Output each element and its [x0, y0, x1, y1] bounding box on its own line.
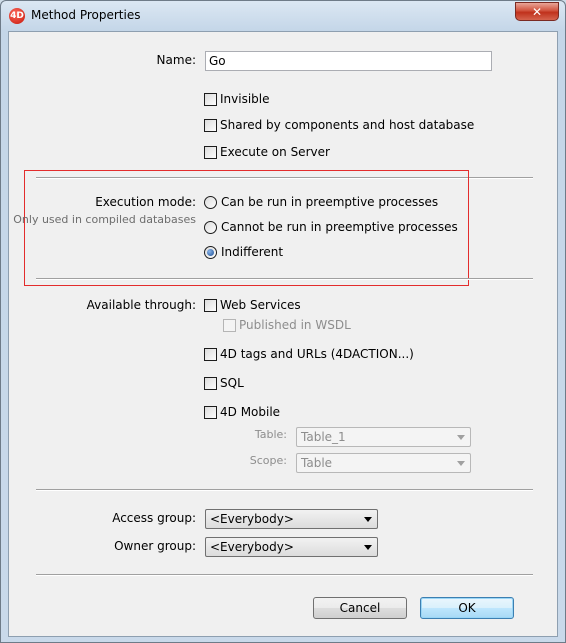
published-wsdl-label: Published in WSDL: [239, 318, 351, 332]
access-group-value: <Everybody>: [210, 512, 294, 526]
table-select-value: Table_1: [301, 430, 346, 444]
execute-on-server-checkbox[interactable]: [204, 146, 217, 159]
web-services-checkbox[interactable]: [204, 299, 217, 312]
dialog-body: Name: Invisible Shared by components and…: [8, 31, 558, 637]
title-bar[interactable]: 4D Method Properties ✕: [1, 1, 565, 31]
radio-selected-dot: [207, 249, 214, 256]
indifferent-radio[interactable]: [204, 246, 217, 259]
preemptive-label: Can be run in preemptive processes: [221, 195, 439, 209]
shared-checkbox[interactable]: [204, 119, 217, 132]
ok-button[interactable]: OK: [420, 597, 514, 619]
access-group-select[interactable]: <Everybody>: [205, 509, 378, 529]
separator: [36, 489, 533, 491]
non-preemptive-radio[interactable]: [204, 221, 217, 234]
cancel-button[interactable]: Cancel: [313, 597, 407, 619]
scope-select-value: Table: [301, 456, 333, 470]
access-group-label: Access group:: [112, 511, 196, 525]
execution-mode-label: Execution mode:: [95, 195, 196, 209]
sql-checkbox[interactable]: [204, 377, 217, 390]
published-wsdl-checkbox[interactable]: [223, 319, 236, 332]
scope-label: Scope:: [249, 454, 287, 467]
web-services-label: Web Services: [220, 298, 301, 312]
chevron-down-icon: [457, 435, 465, 440]
owner-group-label: Owner group:: [114, 539, 196, 553]
preemptive-radio[interactable]: [204, 196, 217, 209]
owner-group-select[interactable]: <Everybody>: [205, 537, 378, 557]
4d-app-icon: 4D: [9, 8, 25, 24]
available-through-label: Available through:: [86, 298, 196, 312]
owner-group-value: <Everybody>: [210, 540, 294, 554]
execution-mode-sublabel: Only used in compiled databases: [13, 213, 196, 226]
chevron-down-icon: [364, 545, 372, 550]
separator: [36, 574, 533, 576]
invisible-label: Invisible: [220, 92, 270, 106]
4d-mobile-checkbox[interactable]: [204, 406, 217, 419]
chevron-down-icon: [364, 517, 372, 522]
chevron-down-icon: [457, 461, 465, 466]
close-button[interactable]: ✕: [515, 2, 559, 21]
method-properties-window: 4D Method Properties ✕ Name: Invisible S…: [0, 0, 566, 643]
separator: [36, 278, 533, 280]
4d-tags-urls-label: 4D tags and URLs (4DACTION...): [220, 347, 414, 361]
4d-tags-urls-checkbox[interactable]: [204, 348, 217, 361]
window-title: Method Properties: [31, 8, 141, 22]
table-select[interactable]: Table_1: [296, 427, 471, 447]
name-label: Name:: [156, 53, 196, 67]
invisible-checkbox[interactable]: [204, 93, 217, 106]
table-label: Table:: [254, 428, 287, 441]
scope-select[interactable]: Table: [296, 453, 471, 473]
sql-label: SQL: [220, 376, 244, 390]
execute-on-server-label: Execute on Server: [220, 145, 330, 159]
4d-mobile-label: 4D Mobile: [220, 405, 281, 419]
name-input[interactable]: [205, 51, 492, 71]
non-preemptive-label: Cannot be run in preemptive processes: [221, 220, 458, 234]
shared-label: Shared by components and host database: [220, 118, 475, 132]
indifferent-label: Indifferent: [221, 245, 284, 259]
